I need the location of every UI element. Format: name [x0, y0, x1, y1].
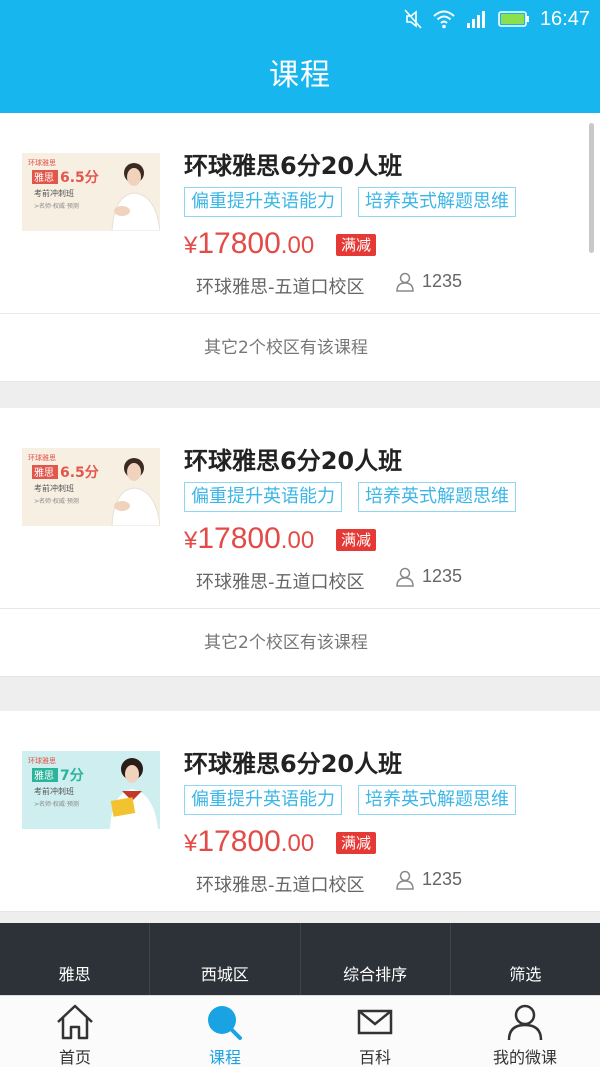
course-tags: 偏重提升英语能力 培养英式解题思维	[184, 482, 516, 512]
course-thumbnail: 环球雅思 雅思 7分 考前冲刺班 >名师·权威·预测	[22, 751, 160, 829]
tab-my-courses[interactable]: 我的微课	[450, 996, 600, 1067]
price-integer: 17800	[197, 825, 281, 858]
enrollment-count: 1235	[396, 566, 462, 587]
home-icon	[57, 1004, 93, 1040]
price-decimal: .00	[280, 232, 315, 259]
price-currency: ¥	[184, 232, 198, 259]
thumb-score: 6.5分	[60, 465, 99, 481]
price-decimal: .00	[280, 830, 315, 857]
course-card[interactable]: 环球雅思 雅思 6.5分 考前冲刺班 >名师·权威·预测 环球雅思6分20人班 …	[0, 113, 600, 382]
filter-subject[interactable]: 雅思	[0, 923, 151, 995]
search-icon	[208, 1006, 242, 1040]
mail-icon	[357, 1009, 393, 1035]
course-tag: 培养英式解题思维	[358, 482, 516, 512]
thumb-brand: 环球雅思	[28, 756, 56, 765]
signal-icon	[466, 11, 485, 28]
thumb-score: 7分	[60, 768, 84, 784]
price-currency: ¥	[184, 527, 198, 554]
enrollment-value: 1235	[422, 271, 463, 291]
thumb-subtitle: 考前冲刺班	[34, 786, 74, 796]
thumb-note: >名师·权威·预测	[34, 497, 79, 505]
wifi-icon	[433, 10, 455, 29]
course-tags: 偏重提升英语能力 培养英式解题思维	[184, 785, 516, 815]
filter-more[interactable]: 筛选	[451, 923, 600, 995]
thumb-subtitle: 考前冲刺班	[34, 483, 74, 493]
tab-home[interactable]: 首页	[0, 996, 150, 1067]
thumb-brand: 环球雅思	[28, 453, 56, 462]
status-icons: 16:47	[404, 7, 590, 31]
filter-bar: 雅思 西城区 综合排序 筛选	[0, 923, 600, 995]
enrollment-count: 1235	[396, 271, 462, 292]
filter-sort[interactable]: 综合排序	[301, 923, 451, 995]
course-title: 环球雅思6分20人班	[184, 750, 403, 778]
course-card-main[interactable]: 环球雅思 雅思 7分 考前冲刺班 >名师·权威·预测 环球雅思6分20人班 偏重…	[0, 711, 600, 911]
tab-courses[interactable]: 课程	[150, 996, 300, 1067]
discount-badge: 满减	[336, 234, 377, 256]
campus-name: 环球雅思-五道口校区	[196, 277, 365, 298]
page-title: 课程	[269, 58, 331, 93]
title-bar: 课程	[0, 38, 600, 113]
discount-badge: 满减	[336, 832, 377, 854]
course-thumbnail: 环球雅思 雅思 6.5分 考前冲刺班 >名师·权威·预测	[22, 153, 160, 231]
price-currency: ¥	[184, 830, 198, 857]
course-title: 环球雅思6分20人班	[184, 152, 403, 180]
thumb-subject: 雅思	[34, 769, 54, 782]
thumb-subtitle: 考前冲刺班	[34, 188, 74, 198]
user-icon	[396, 272, 414, 292]
enrollment-value: 1235	[422, 566, 463, 586]
course-tags: 偏重提升英语能力 培养英式解题思维	[184, 187, 516, 217]
user-icon	[396, 567, 414, 587]
user-icon	[507, 1004, 543, 1041]
thumb-brand: 环球雅思	[28, 158, 56, 167]
other-campuses-link[interactable]: 其它2个校区有该课程	[0, 313, 600, 381]
enrollment-value: 1235	[422, 869, 463, 889]
tab-my-courses-label: 我的微课	[492, 1048, 557, 1067]
price-integer: 17800	[197, 522, 281, 555]
status-time: 16:47	[539, 7, 590, 30]
price-integer: 17800	[197, 227, 281, 260]
course-card[interactable]: 环球雅思 雅思 7分 考前冲刺班 >名师·权威·预测 环球雅思6分20人班 偏重…	[0, 711, 600, 912]
course-card-main[interactable]: 环球雅思 雅思 6.5分 考前冲刺班 >名师·权威·预测 环球雅思6分20人班 …	[0, 113, 600, 313]
thumb-note: >名师·权威·预测	[34, 800, 79, 808]
mute-icon	[404, 9, 422, 29]
tab-encyclopedia-label: 百科	[358, 1048, 391, 1067]
course-price: ¥17800.00	[184, 227, 314, 261]
course-tag: 偏重提升英语能力	[184, 482, 342, 512]
campus-name: 环球雅思-五道口校区	[196, 572, 365, 593]
course-tag: 偏重提升英语能力	[184, 187, 342, 217]
course-tag: 培养英式解题思维	[358, 187, 516, 217]
course-price: ¥17800.00	[184, 522, 314, 556]
course-card-main[interactable]: 环球雅思 雅思 6.5分 考前冲刺班 >名师·权威·预测 环球雅思6分20人班 …	[0, 408, 600, 608]
course-tag: 偏重提升英语能力	[184, 785, 342, 815]
thumb-score: 6.5分	[60, 170, 99, 186]
thumb-note: >名师·权威·预测	[34, 202, 79, 210]
discount-badge: 满减	[336, 529, 377, 551]
status-bar: 16:47	[0, 0, 600, 38]
campus-name: 环球雅思-五道口校区	[196, 875, 365, 896]
user-icon	[396, 870, 414, 890]
filter-district[interactable]: 西城区	[150, 923, 301, 995]
price-decimal: .00	[280, 527, 315, 554]
tab-home-label: 首页	[58, 1048, 91, 1067]
thumb-subject: 雅思	[34, 171, 54, 184]
course-thumbnail: 环球雅思 雅思 6.5分 考前冲刺班 >名师·权威·预测	[22, 448, 160, 526]
bottom-tab-bar: 首页 课程 百科 我的微课	[0, 995, 600, 1067]
tab-encyclopedia[interactable]: 百科	[300, 996, 450, 1067]
course-list[interactable]: 环球雅思 雅思 6.5分 考前冲刺班 >名师·权威·预测 环球雅思6分20人班 …	[0, 113, 600, 923]
other-campuses-link[interactable]: 其它2个校区有该课程	[0, 608, 600, 676]
tab-courses-label: 课程	[208, 1048, 241, 1067]
enrollment-count: 1235	[396, 869, 462, 890]
battery-icon	[498, 11, 529, 27]
course-tag: 培养英式解题思维	[358, 785, 516, 815]
course-price: ¥17800.00	[184, 825, 314, 859]
thumb-subject: 雅思	[34, 466, 54, 479]
course-title: 环球雅思6分20人班	[184, 447, 403, 475]
course-card[interactable]: 环球雅思 雅思 6.5分 考前冲刺班 >名师·权威·预测 环球雅思6分20人班 …	[0, 408, 600, 677]
